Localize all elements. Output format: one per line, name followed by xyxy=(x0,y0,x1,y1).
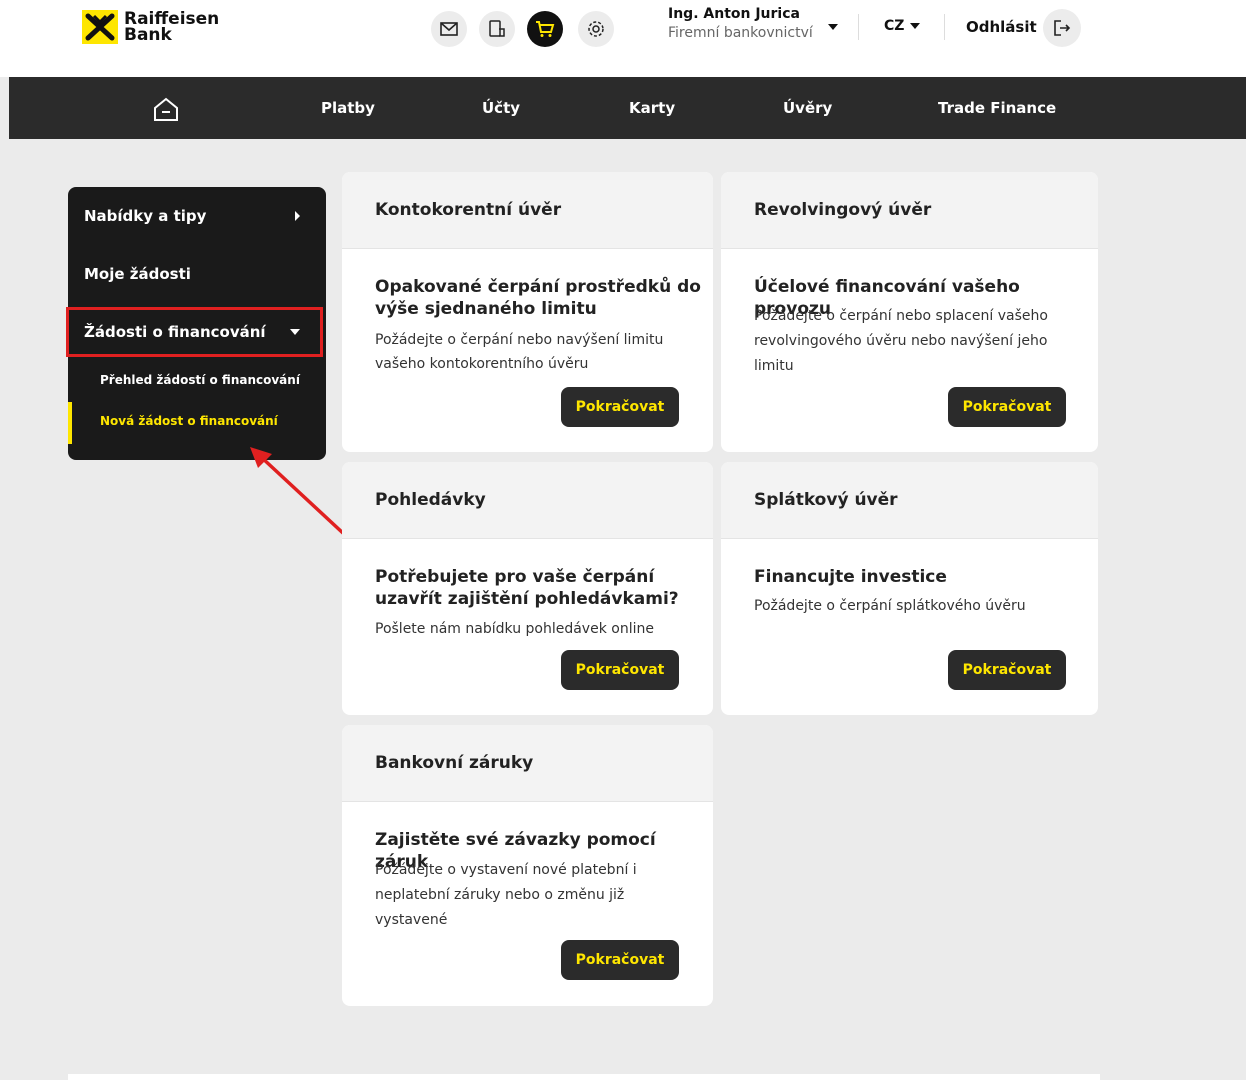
continue-button[interactable]: Pokračovat xyxy=(561,940,679,980)
user-role: Firemní bankovnictví xyxy=(668,25,813,41)
card-header: Splátkový úvěr xyxy=(721,462,1098,539)
chevron-down-icon[interactable] xyxy=(828,24,838,30)
raiffeisen-logo[interactable]: Raiffeisen Bank xyxy=(82,10,219,44)
divider xyxy=(944,14,945,40)
card-pohledavky: Pohledávky Potřebujete pro vaše čerpání … xyxy=(342,462,713,715)
card-desc-line: vystavené xyxy=(375,912,448,928)
card-desc-line: limitu xyxy=(754,358,794,374)
card-title-line: výše sjednaného limitu xyxy=(375,299,597,319)
card-desc-line: revolvingového úvěru nebo navýšení jeho xyxy=(754,333,1048,349)
logo-text-line2: Bank xyxy=(124,25,172,45)
nav-item-ucty[interactable]: Účty xyxy=(482,77,520,139)
card-bankovni-zaruky: Bankovní záruky Zajistěte své závazky po… xyxy=(342,725,713,1006)
footer-panel xyxy=(68,1074,1100,1080)
language-label: CZ xyxy=(884,18,905,34)
top-header: Raiffeisen Bank Ing. Anton Jurica Firemn… xyxy=(0,0,1246,77)
card-revolvingovy-uver: Revolvingový úvěr Účelové financování va… xyxy=(721,172,1098,452)
chevron-right-icon xyxy=(295,211,300,221)
continue-button[interactable]: Pokračovat xyxy=(561,387,679,427)
sidebar-subitem-nova-zadost[interactable]: Nová žádost o financování xyxy=(100,414,278,428)
active-indicator xyxy=(68,402,72,444)
nav-item-trade-finance[interactable]: Trade Finance xyxy=(938,77,1056,139)
main-nav: Platby Účty Karty Úvěry Trade Finance xyxy=(9,77,1246,139)
arrow-annotation-icon xyxy=(250,447,346,536)
divider xyxy=(858,14,859,40)
card-title-line: Financujte investice xyxy=(754,567,947,587)
card-desc-line: vašeho kontokorentního úvěru xyxy=(375,356,589,372)
card-header: Bankovní záruky xyxy=(342,725,713,802)
card-desc-line: Požádejte o čerpání nebo splacení vašeho xyxy=(754,308,1048,324)
nav-item-uvery[interactable]: Úvěry xyxy=(783,77,832,139)
card-desc-line: Požádejte o čerpání splátkového úvěru xyxy=(754,598,1026,614)
highlight-annotation xyxy=(66,307,323,357)
mail-icon[interactable] xyxy=(431,11,467,47)
card-kontokorentni-uver: Kontokorentní úvěr Opakované čerpání pro… xyxy=(342,172,713,452)
continue-button[interactable]: Pokračovat xyxy=(948,650,1066,690)
nav-item-karty[interactable]: Karty xyxy=(629,77,675,139)
card-title-line: Potřebujete pro vaše čerpání xyxy=(375,567,655,587)
logout-link[interactable]: Odhlásit xyxy=(966,18,1037,36)
card-title-line: Opakované čerpání prostředků do xyxy=(375,277,701,297)
user-name: Ing. Anton Jurica xyxy=(668,6,800,22)
cart-icon[interactable] xyxy=(527,11,563,47)
home-icon[interactable] xyxy=(152,96,180,126)
user-menu[interactable]: Ing. Anton Jurica Firemní bankovnictví xyxy=(668,6,813,41)
logo-mark-icon xyxy=(82,10,118,44)
card-splatkovy-uver: Splátkový úvěr Financujte investice Požá… xyxy=(721,462,1098,715)
nav-item-platby[interactable]: Platby xyxy=(321,77,375,139)
continue-button[interactable]: Pokračovat xyxy=(561,650,679,690)
sidebar-subitem-prehled[interactable]: Přehled žádostí o financování xyxy=(100,373,300,387)
card-desc-line: Požádejte o vystavení nové platební i xyxy=(375,862,637,878)
card-header: Revolvingový úvěr xyxy=(721,172,1098,249)
chevron-down-icon xyxy=(910,23,921,29)
sidebar-item-moje-zadosti[interactable]: Moje žádosti xyxy=(84,265,191,283)
card-title-line: uzavřít zajištění pohledávkami? xyxy=(375,589,679,609)
card-header: Pohledávky xyxy=(342,462,713,539)
language-select[interactable]: CZ xyxy=(884,18,921,34)
card-desc-line: Požádejte o čerpání nebo navýšení limitu xyxy=(375,332,664,348)
card-desc-line: neplatební záruky nebo o změnu již xyxy=(375,887,625,903)
sidebar-item-nabidky[interactable]: Nabídky a tipy xyxy=(84,207,206,225)
settings-icon[interactable] xyxy=(578,11,614,47)
card-desc-line: Pošlete nám nabídku pohledávek online xyxy=(375,621,654,637)
continue-button[interactable]: Pokračovat xyxy=(948,387,1066,427)
logout-icon[interactable] xyxy=(1043,9,1081,47)
mobile-icon[interactable] xyxy=(479,11,515,47)
card-header: Kontokorentní úvěr xyxy=(342,172,713,249)
